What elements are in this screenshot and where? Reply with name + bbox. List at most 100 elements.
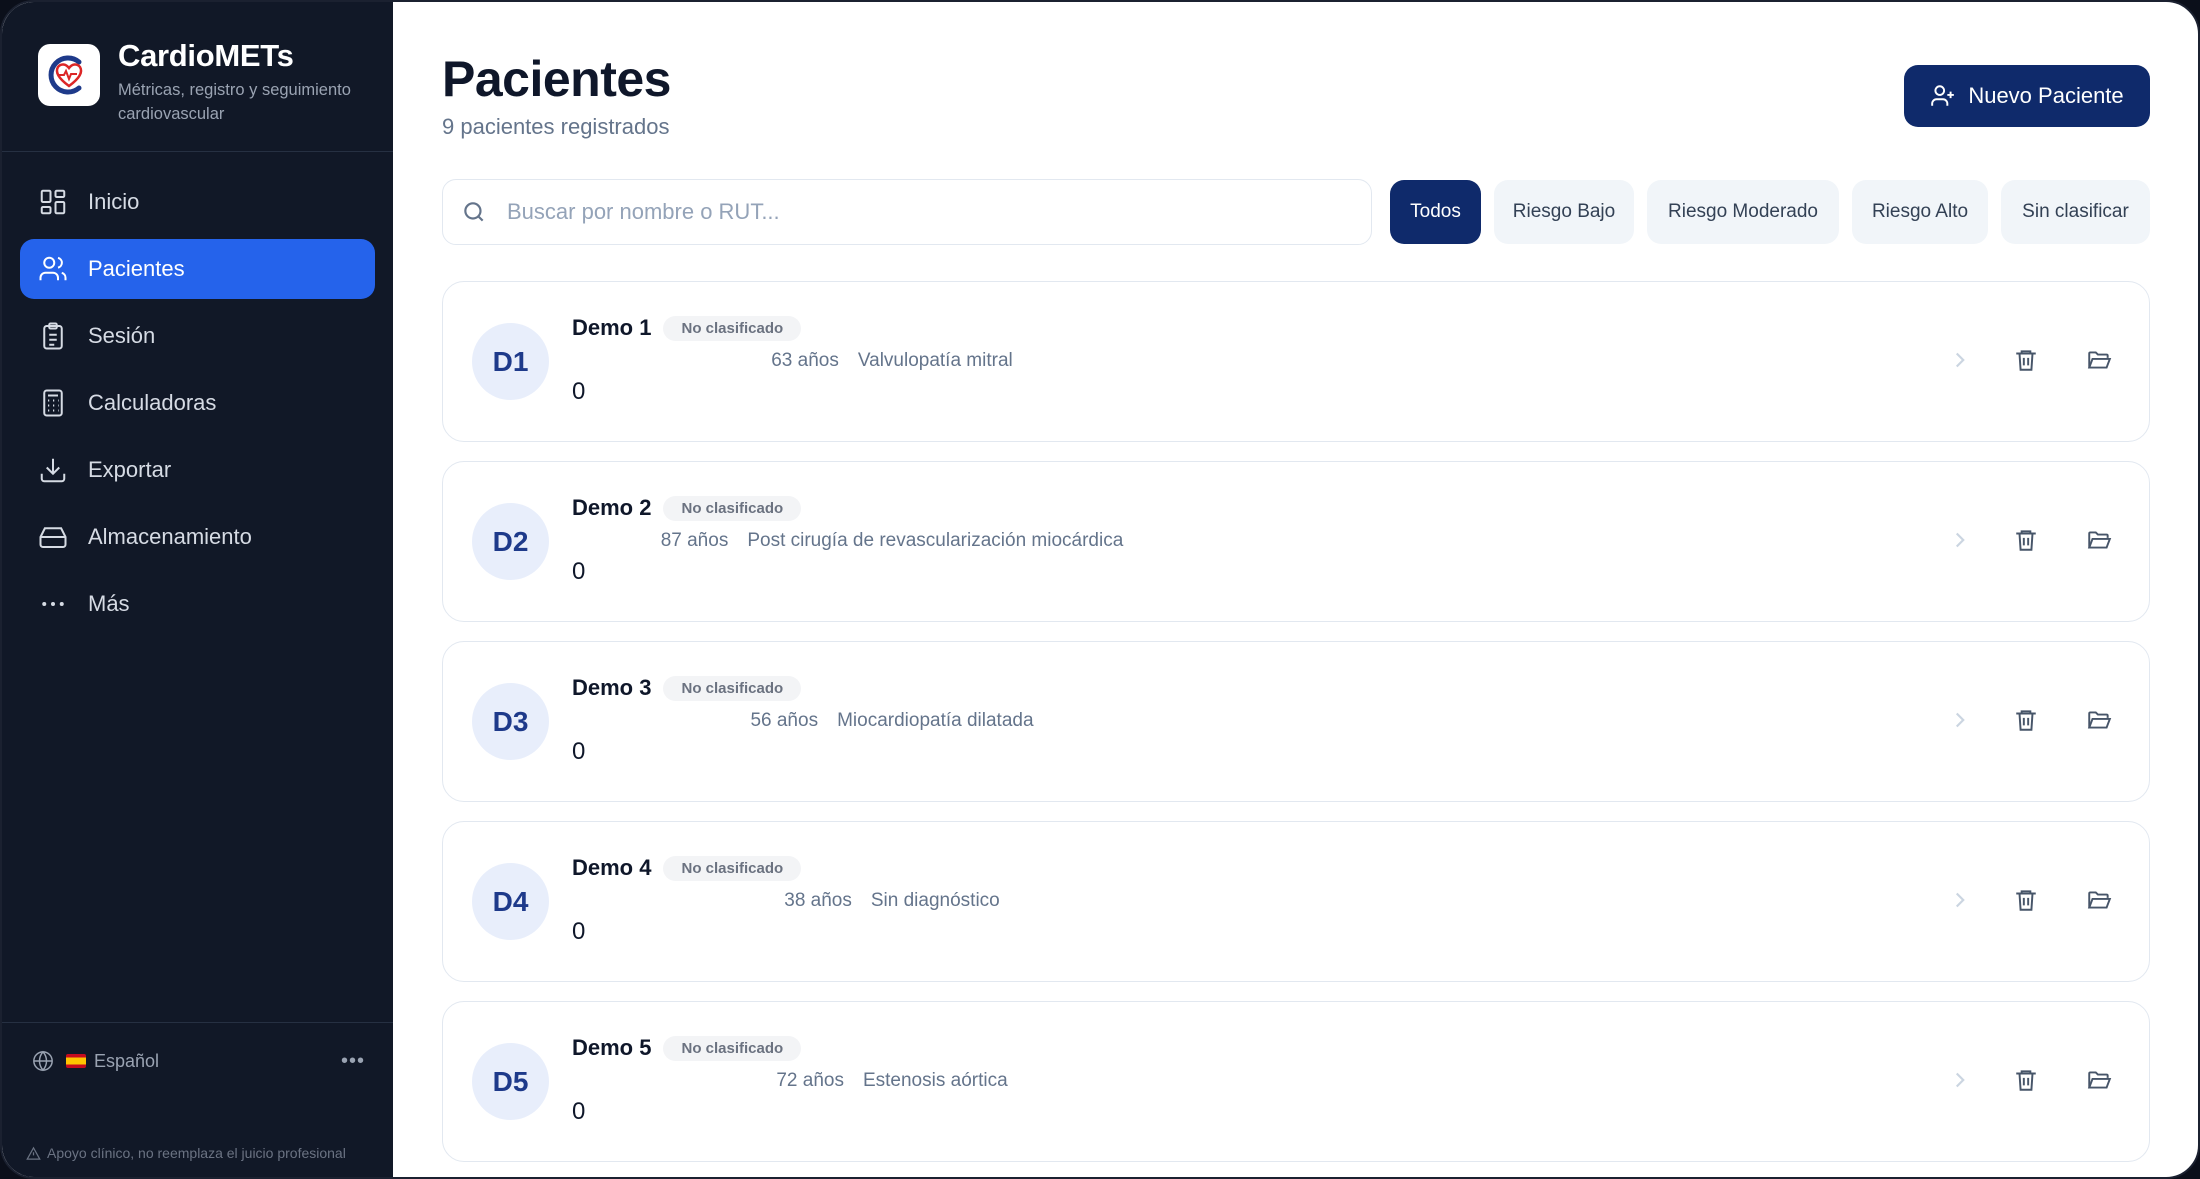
nav-item-pacientes[interactable]: Pacientes [20,239,375,299]
folder-open-icon[interactable] [2079,1060,2119,1100]
clipboard-icon [38,321,68,351]
delete-icon[interactable] [2006,1060,2046,1100]
patient-card[interactable]: D4 Demo 4 No clasificado 38 años Sin diagn… [442,821,2150,982]
filter-todos[interactable]: Todos [1390,180,1481,244]
chevron-right-icon[interactable] [1940,700,1980,740]
patient-age: 56 años [750,710,819,731]
status-badge: No clasificado [663,1035,802,1061]
hard-drive-icon [38,522,68,552]
patient-name: Demo 5 [572,1035,652,1060]
filter-riesgo-alto[interactable]: Riesgo Alto [1852,180,1988,244]
nav-item-sesion[interactable]: Sesión [20,306,375,366]
patient-age: 63 años [771,350,839,371]
users-icon [38,254,68,284]
calculator-icon [38,388,68,418]
nav-label: Inicio [88,189,140,214]
toolbar: Todos Riesgo Bajo Riesgo Moderado Riesgo… [442,179,2150,245]
warning-icon [26,1146,41,1160]
folder-open-icon[interactable] [2079,880,2119,920]
delete-icon[interactable] [2006,700,2046,740]
delete-icon[interactable] [2006,520,2046,560]
main-content: Pacientes 9 pacientes registrados Nuevo … [393,2,2198,1177]
patient-card[interactable]: D5 Demo 5 No clasificado 72 años Estenosis… [442,1001,2150,1162]
patient-card[interactable]: D1 Demo 1 No clasificado 63 años Valvulopa… [442,281,2150,442]
globe-icon [33,1050,53,1072]
new-patient-label: Nuevo Paciente [1968,83,2124,108]
avatar: D4 [472,863,549,940]
patient-card[interactable]: D3 Demo 3 No clasificado 56 años Miocardio… [442,641,2150,802]
patient-name: Demo 3 [572,675,652,700]
delete-icon[interactable] [2006,880,2046,920]
app-logo[interactable] [38,44,100,106]
page-header: Pacientes 9 pacientes registrados Nuevo … [442,2,2150,178]
patient-list: D1 Demo 1 No clasificado 63 años Valvulopa… [442,281,2150,1177]
disclaimer: Apoyo clínico, no reemplaza el juicio pr… [26,1145,346,1161]
nav-item-calculadoras[interactable]: Calculadoras [20,373,375,433]
session-count: 0 [572,1098,586,1125]
risk-filters: Todos Riesgo Bajo Riesgo Moderado Riesgo… [1390,180,2150,244]
more-options-icon[interactable]: ••• [341,1050,365,1073]
patient-diagnosis: Sin diagnóstico [870,890,1000,911]
language-label: Español [94,1050,160,1071]
nav-label: Más [88,591,130,616]
session-count: 0 [572,558,586,585]
patient-name: Demo 4 [572,855,652,880]
session-count: 0 [572,918,586,945]
patient-card[interactable]: D2 Demo 2 No clasificado 87 años Post ciru… [442,461,2150,622]
sidebar: CardioMETs Métricas, registro y seguimie… [2,2,393,1177]
chevron-right-icon[interactable] [1940,1060,1980,1100]
filter-riesgo-moderado[interactable]: Riesgo Moderado [1647,180,1839,244]
folder-open-icon[interactable] [2079,700,2119,740]
nav-item-almacenamiento[interactable]: Almacenamiento [20,507,375,567]
folder-open-icon[interactable] [2079,340,2119,380]
chevron-right-icon[interactable] [1940,520,1980,560]
page-title: Pacientes [442,51,671,107]
patient-diagnosis: Miocardiopatía dilatada [837,710,1034,731]
disclaimer-text: Apoyo clínico, no reemplaza el juicio pr… [47,1145,346,1161]
avatar: D5 [472,1043,549,1120]
brand: CardioMETs Métricas, registro y seguimie… [2,2,393,152]
main-nav: Inicio Pacientes Sesión Calculadoras Exp… [2,152,393,641]
nav-item-exportar[interactable]: Exportar [20,440,375,500]
search-box [442,179,1372,245]
filter-sin-clasificar[interactable]: Sin clasificar [2001,180,2150,244]
avatar: D3 [472,683,549,760]
status-badge: No clasificado [663,675,802,701]
search-input[interactable] [507,199,1371,225]
nav-item-inicio[interactable]: Inicio [20,172,375,232]
patient-diagnosis: Post cirugía de revascularización miocár… [747,530,1124,551]
patient-diagnosis: Valvulopatía mitral [857,350,1013,371]
nav-label: Sesión [88,323,156,348]
language-selector[interactable]: Español [32,1050,159,1072]
patient-age: 72 años [776,1070,844,1091]
delete-icon[interactable] [2006,340,2046,380]
patient-age: 38 años [784,890,852,911]
status-badge: No clasificado [663,855,802,881]
search-icon [464,202,484,222]
nav-label: Exportar [88,457,172,482]
user-plus-icon [1931,85,1955,106]
chevron-right-icon[interactable] [1940,340,1980,380]
chevron-right-icon[interactable] [1940,880,1980,920]
nav-label: Calculadoras [88,390,217,415]
patient-name: Demo 1 [572,315,652,340]
patient-name: Demo 2 [572,495,652,520]
session-count: 0 [572,378,586,405]
grid-icon [38,187,68,217]
new-patient-button[interactable]: Nuevo Paciente [1904,65,2150,127]
patient-diagnosis: Estenosis aórtica [862,1070,1008,1091]
nav-label: Almacenamiento [88,524,252,549]
spain-flag-icon [66,1054,86,1068]
nav-item-mas[interactable]: Más [20,574,375,634]
app-window: CardioMETs Métricas, registro y seguimie… [0,0,2200,1179]
app-name: CardioMETs [118,38,294,73]
session-count: 0 [572,738,586,765]
more-horizontal-icon [38,589,68,619]
folder-open-icon[interactable] [2079,520,2119,560]
status-badge: No clasificado [663,315,802,341]
avatar: D1 [472,323,549,400]
status-badge: No clasificado [663,495,802,521]
filter-riesgo-bajo[interactable]: Riesgo Bajo [1494,180,1634,244]
download-icon [38,455,68,485]
avatar: D2 [472,503,549,580]
